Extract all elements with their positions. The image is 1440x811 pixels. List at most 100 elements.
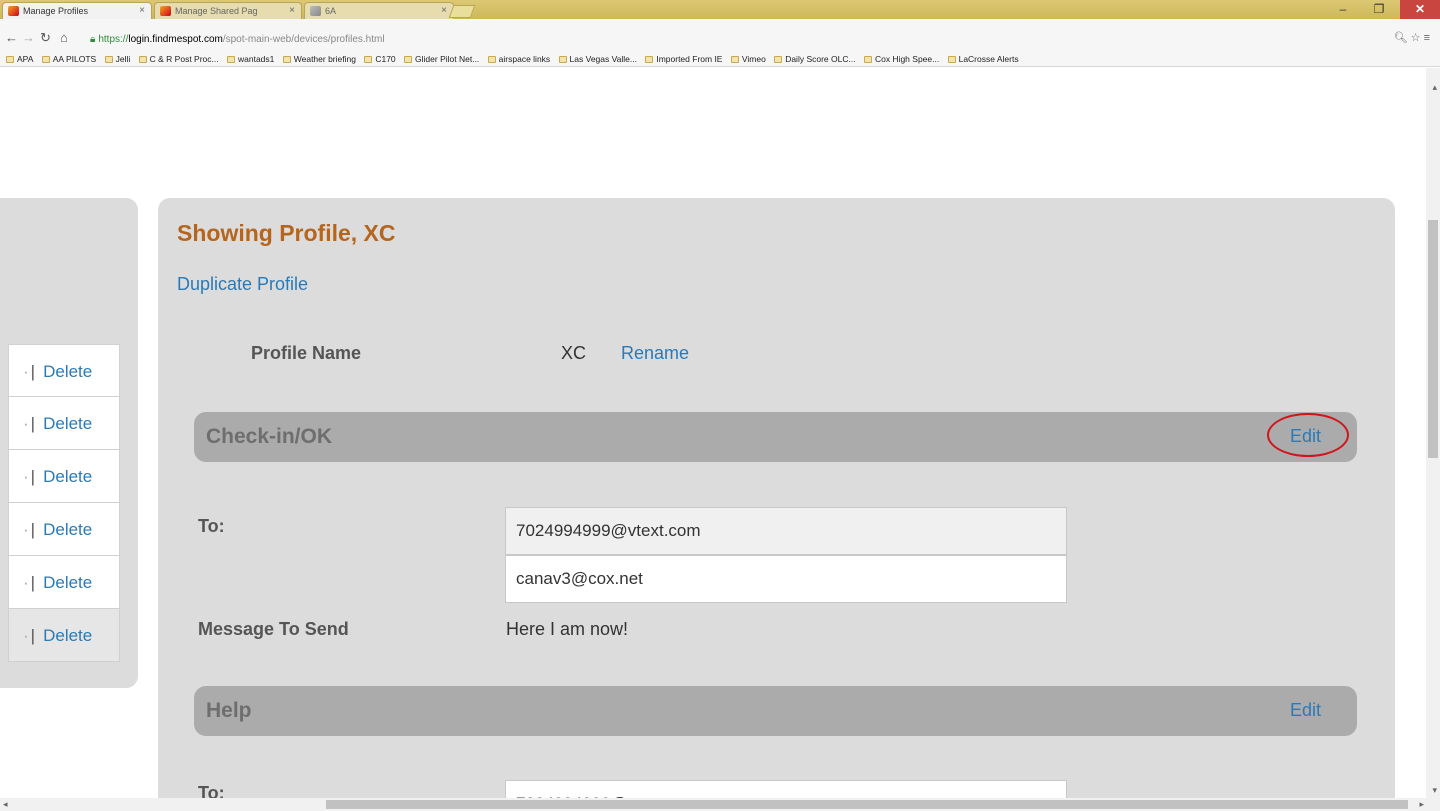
profile-name-value: XC xyxy=(561,343,587,363)
checkin-section-header: Check-in/OK Edit xyxy=(194,412,1357,462)
bookmark-item[interactable]: wantads1 xyxy=(226,51,274,66)
close-tab-icon[interactable]: × xyxy=(441,5,447,16)
bookmark-star-icon[interactable]: ☆ xyxy=(1411,32,1421,44)
bookmark-item[interactable]: Jelli xyxy=(104,51,130,66)
close-window-button[interactable]: ✕ xyxy=(1400,0,1440,19)
bookmark-item[interactable]: LaCrosse Alerts xyxy=(947,51,1019,66)
edit-help-link[interactable]: Edit xyxy=(1290,700,1321,721)
bookmark-icon xyxy=(41,56,50,63)
address-bar[interactable]: 🔒︎ https://login.findmespot.com/spot-main… xyxy=(90,32,1370,47)
bookmark-icon xyxy=(404,56,413,63)
message-value: Here I am now! xyxy=(506,619,629,639)
scroll-up-icon[interactable]: ▴ xyxy=(1432,82,1437,93)
recipient-field: 7024994999@vtext.com xyxy=(505,780,1067,798)
bookmark-item[interactable]: C170 xyxy=(364,51,396,66)
bookmark-icon xyxy=(364,56,373,63)
restore-window-button[interactable]: ❐ xyxy=(1366,0,1392,19)
horizontal-scroll-thumb[interactable] xyxy=(326,800,1408,809)
scroll-left-icon[interactable]: ◂ xyxy=(3,799,8,810)
tab-title: Manage Shared Pag xyxy=(175,6,258,16)
bookmark-icon xyxy=(774,56,783,63)
url-path: /spot-main-web/devices/profiles.html xyxy=(222,34,385,45)
list-item: · | Delete xyxy=(8,503,120,556)
delete-profile-link[interactable]: Delete xyxy=(43,414,92,433)
vertical-scrollbar[interactable]: ▴ ▾ xyxy=(1426,68,1440,798)
to-label: To: xyxy=(198,516,225,536)
delete-profile-link[interactable]: Delete xyxy=(43,573,92,592)
bookmark-icon xyxy=(730,56,739,63)
home-icon[interactable]: ⌂ xyxy=(60,30,68,45)
scroll-down-icon[interactable]: ▾ xyxy=(1432,785,1437,796)
spot-favicon-icon xyxy=(160,6,171,16)
bookmark-item[interactable]: Vimeo xyxy=(730,51,766,66)
close-tab-icon[interactable]: × xyxy=(289,5,295,16)
folder-icon xyxy=(645,56,654,63)
bookmark-item[interactable]: AA PILOTS xyxy=(41,51,96,66)
tab-manage-profiles[interactable]: Manage Profiles × xyxy=(2,2,152,19)
forward-arrow-icon[interactable]: → xyxy=(22,30,35,45)
delete-profile-link[interactable]: Delete xyxy=(43,362,92,381)
tab-title: 6A xyxy=(325,6,337,16)
recipient-field: 7024994999@vtext.com xyxy=(505,507,1067,555)
lock-icon: 🔒︎ xyxy=(90,34,96,45)
list-item: · | Delete xyxy=(8,397,120,450)
list-item: · | Delete xyxy=(8,556,120,609)
duplicate-profile-link[interactable]: Duplicate Profile xyxy=(177,274,308,295)
page-favicon-icon xyxy=(310,6,321,16)
bookmark-folder[interactable]: Weather briefing xyxy=(282,51,356,66)
bookmark-icon xyxy=(863,56,872,63)
bookmark-icon xyxy=(6,56,14,63)
list-item: · | Delete xyxy=(8,450,120,503)
list-item-selected: · | Delete xyxy=(8,609,120,662)
bookmark-item[interactable]: Daily Score OLC... xyxy=(774,51,856,66)
page-title: Showing Profile, XC xyxy=(177,220,396,246)
back-arrow-icon[interactable]: ← xyxy=(5,30,18,45)
horizontal-scrollbar[interactable]: ◂ ▸ xyxy=(0,798,1440,811)
bookmark-item[interactable]: Las Vegas Valle... xyxy=(558,51,637,66)
message-label: Message To Send xyxy=(198,619,349,639)
new-tab-button[interactable] xyxy=(448,5,476,18)
delete-profile-link[interactable]: Delete xyxy=(43,520,92,539)
zoom-icon[interactable]: 🔍︎ xyxy=(1394,32,1408,44)
menu-icon[interactable]: ≡ xyxy=(1424,32,1430,44)
bookmark-item[interactable]: APA xyxy=(6,51,33,66)
page-content: · | Delete · | Delete · | Delete · | Delete · | De… xyxy=(0,68,1440,798)
url-host: login.findmespot.com xyxy=(128,34,223,45)
folder-icon xyxy=(282,56,291,63)
section-title: Check-in/OK xyxy=(206,425,333,448)
bookmark-folder[interactable]: Imported From IE xyxy=(645,51,722,66)
list-item: · | Delete xyxy=(8,344,120,397)
help-section-header: Help Edit xyxy=(194,686,1357,736)
bookmark-icon xyxy=(104,56,113,63)
rename-profile-link[interactable]: Rename xyxy=(621,343,689,364)
bookmark-folder[interactable]: airspace links xyxy=(487,51,550,66)
recipient-field: canav3@cox.net xyxy=(505,555,1067,603)
scroll-right-icon[interactable]: ▸ xyxy=(1419,799,1424,810)
tab-title: Manage Profiles xyxy=(23,6,89,16)
spot-favicon-icon xyxy=(8,6,19,16)
address-bar-tools: 🔍︎ ☆ ≡ xyxy=(1394,31,1430,44)
tab-6a[interactable]: 6A × xyxy=(304,2,454,19)
reload-icon[interactable]: ↻ xyxy=(40,30,51,46)
profile-name-label: Profile Name xyxy=(251,343,362,363)
bookmarks-bar: APA AA PILOTS Jelli C & R Post Proc... w… xyxy=(0,51,1440,67)
bookmark-item[interactable]: Glider Pilot Net... xyxy=(404,51,479,66)
close-tab-icon[interactable]: × xyxy=(139,5,145,16)
bookmark-item[interactable]: Cox High Spee... xyxy=(863,51,939,66)
bookmark-icon xyxy=(138,56,147,63)
folder-icon xyxy=(487,56,496,63)
profile-detail-panel: Showing Profile, XC Duplicate Profile Pr… xyxy=(158,198,1395,798)
tab-manage-shared-page[interactable]: Manage Shared Pag × xyxy=(154,2,302,19)
bookmark-icon xyxy=(947,56,956,63)
to-label: To: xyxy=(198,783,225,798)
delete-profile-link[interactable]: Delete xyxy=(43,467,92,486)
red-circle-annotation xyxy=(1267,413,1349,457)
minimize-window-button[interactable]: – xyxy=(1330,0,1356,19)
delete-profile-link[interactable]: Delete xyxy=(43,626,92,645)
bookmark-item[interactable]: C & R Post Proc... xyxy=(138,51,219,66)
browser-tab-strip: Manage Profiles × Manage Shared Pag × 6A… xyxy=(0,0,1440,19)
section-title: Help xyxy=(206,699,252,722)
vertical-scroll-thumb[interactable] xyxy=(1428,220,1438,458)
bookmark-icon xyxy=(558,56,567,63)
url-scheme: https:// xyxy=(98,34,129,45)
